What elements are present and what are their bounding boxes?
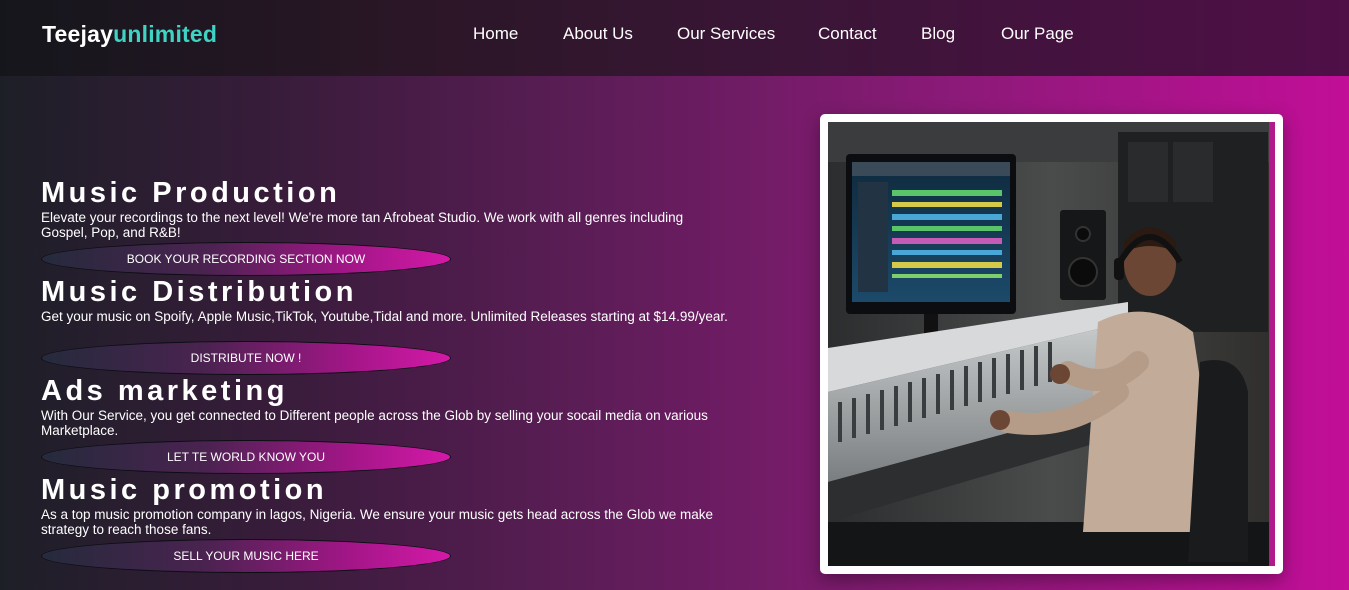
- nav-link-home[interactable]: Home: [473, 24, 518, 44]
- service-music-distribution: Music Distribution Get your music on Spo…: [41, 277, 741, 376]
- main-nav: Home About Us Our Services Contact Blog …: [0, 24, 1349, 48]
- hero-photo-frame: [820, 114, 1283, 574]
- service-description: As a top music promotion company in lago…: [41, 507, 714, 537]
- service-music-production: Music Production Elevate your recordings…: [41, 178, 741, 277]
- top-navbar: Teejayunlimited Home About Us Our Servic…: [0, 0, 1349, 76]
- service-music-promotion: Music promotion As a top music promotion…: [41, 475, 741, 574]
- service-description: With Our Service, you get connected to D…: [41, 408, 708, 438]
- nav-link-our-page[interactable]: Our Page: [1001, 24, 1074, 44]
- sell-music-button[interactable]: SELL YOUR MUSIC HERE: [41, 539, 451, 573]
- service-title: Ads marketing: [41, 375, 288, 407]
- let-world-know-button[interactable]: LET TE WORLD KNOW YOU: [41, 440, 451, 474]
- service-description: Elevate your recordings to the next leve…: [41, 210, 684, 240]
- nav-link-contact[interactable]: Contact: [818, 24, 877, 44]
- nav-link-our-services[interactable]: Our Services: [677, 24, 775, 44]
- service-title: Music promotion: [41, 474, 328, 506]
- service-ads-marketing: Ads marketing With Our Service, you get …: [41, 376, 741, 475]
- book-recording-button[interactable]: BOOK YOUR RECORDING SECTION NOW: [41, 242, 451, 276]
- studio-engineer-photo: [828, 122, 1275, 566]
- service-description: Get your music on Spoify, Apple Music,Ti…: [41, 309, 728, 324]
- service-title: Music Distribution: [41, 276, 357, 308]
- distribute-now-button[interactable]: DISTRIBUTE NOW !: [41, 341, 451, 375]
- nav-link-blog[interactable]: Blog: [921, 24, 955, 44]
- services-list: Music Production Elevate your recordings…: [41, 178, 741, 574]
- nav-link-about-us[interactable]: About Us: [563, 24, 633, 44]
- service-title: Music Production: [41, 177, 341, 209]
